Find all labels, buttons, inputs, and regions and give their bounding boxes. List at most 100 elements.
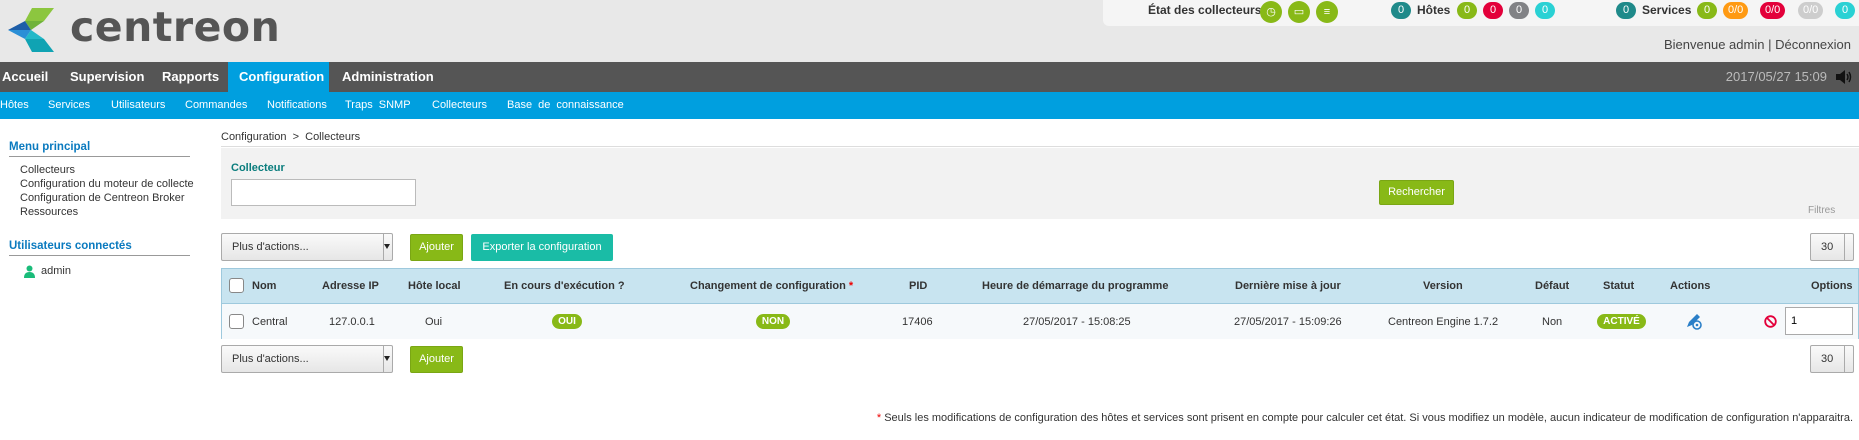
footnote: * Seuls les modifications de configurati… xyxy=(877,412,1853,424)
breadcrumb-parent[interactable]: Configuration xyxy=(221,131,286,143)
cell-last-update: 27/05/2017 - 15:09:26 xyxy=(1234,316,1342,328)
collectors-table: Nom Adresse IP Hôte local En cours d'exé… xyxy=(221,268,1859,339)
connected-user[interactable]: admin xyxy=(41,265,71,277)
col-running[interactable]: En cours d'exécution ? xyxy=(504,280,625,292)
export-config-button[interactable]: Exporter la configuration xyxy=(471,234,613,261)
edit-icon[interactable] xyxy=(1684,312,1702,330)
col-config-change-text: Changement de configuration xyxy=(690,280,846,292)
more-actions-value: Plus d'actions... xyxy=(232,353,309,365)
sidebar-item-collecteurs[interactable]: Collecteurs xyxy=(20,164,75,176)
table-header: Nom Adresse IP Hôte local En cours d'exé… xyxy=(222,269,1858,303)
page-size-select-top[interactable]: 30 xyxy=(1810,233,1854,261)
filter-panel xyxy=(221,148,1859,219)
welcome-area: Bienvenue admin | Déconnexion xyxy=(1664,37,1851,52)
current-datetime: 2017/05/27 15:09 xyxy=(1725,69,1827,84)
col-name[interactable]: Nom xyxy=(252,280,276,292)
services-critical-badge[interactable]: 0/0 xyxy=(1760,2,1786,19)
subnav-notifications[interactable]: Notifications xyxy=(267,92,327,119)
page-size-value: 30 xyxy=(1821,241,1834,253)
services-pending-badge[interactable]: 0 xyxy=(1835,2,1855,19)
col-status[interactable]: Statut xyxy=(1603,280,1634,292)
sidebar-item-broker-config[interactable]: Configuration de Centreon Broker xyxy=(20,192,184,204)
collectors-status-label: État des collecteurs xyxy=(1148,3,1262,17)
speaker-icon[interactable] xyxy=(1835,69,1853,85)
add-button-bottom[interactable]: Ajouter xyxy=(410,346,463,373)
col-version[interactable]: Version xyxy=(1423,280,1463,292)
select-divider xyxy=(1844,346,1845,372)
services-total-badge[interactable]: 0 xyxy=(1616,2,1636,19)
sidebar-divider xyxy=(9,255,190,256)
subnav-hotes[interactable]: Hôtes xyxy=(0,92,29,119)
select-all-checkbox[interactable] xyxy=(229,278,244,293)
config-change-badge: NON xyxy=(756,314,790,329)
chevron-down-icon xyxy=(384,356,390,361)
duplicate-count-input[interactable] xyxy=(1785,307,1853,335)
database-icon[interactable]: ≡ xyxy=(1316,1,1338,23)
main-navigation: Accueil Supervision Rapports Configurati… xyxy=(0,62,1859,92)
subnav-base-connaissance[interactable]: Base de connaissance xyxy=(507,92,624,119)
col-last-update[interactable]: Dernière mise à jour xyxy=(1235,280,1341,292)
clock-icon[interactable]: ◷ xyxy=(1260,1,1282,23)
header: centreon État des collecteurs ◷ ▭ ≡ 0 Hô… xyxy=(0,0,1859,62)
col-ip[interactable]: Adresse IP xyxy=(322,280,379,292)
hosts-pending-badge[interactable]: 0 xyxy=(1535,2,1555,19)
cell-name[interactable]: Central xyxy=(252,316,287,328)
nav-administration[interactable]: Administration xyxy=(341,62,435,92)
table-row[interactable]: Central 127.0.0.1 Oui OUI NON 17406 27/0… xyxy=(222,303,1858,339)
centreon-logo[interactable]: centreon xyxy=(8,3,281,54)
row-checkbox[interactable] xyxy=(229,314,244,329)
logo-text: centreon xyxy=(70,3,281,51)
breadcrumb-current[interactable]: Collecteurs xyxy=(305,131,360,143)
sidebar-divider xyxy=(9,156,190,157)
subnav-traps-snmp[interactable]: Traps SNMP xyxy=(345,92,411,119)
services-label[interactable]: Services xyxy=(1642,3,1691,17)
search-button[interactable]: Rechercher xyxy=(1379,180,1454,205)
more-actions-select-bottom[interactable]: Plus d'actions... xyxy=(221,345,393,373)
col-pid[interactable]: PID xyxy=(909,280,927,292)
sidebar-menu-title: Menu principal xyxy=(9,141,91,153)
services-warning-badge[interactable]: 0/0 xyxy=(1723,2,1749,19)
nav-rapports[interactable]: Rapports xyxy=(161,62,220,92)
page-size-value: 30 xyxy=(1821,353,1834,365)
welcome-text: Bienvenue admin xyxy=(1664,37,1765,52)
sidebar-item-ressources[interactable]: Ressources xyxy=(20,206,78,218)
hosts-label[interactable]: Hôtes xyxy=(1417,3,1450,17)
collector-search-input[interactable] xyxy=(231,179,416,206)
subnav-services[interactable]: Services xyxy=(48,92,90,119)
inbox-icon[interactable]: ▭ xyxy=(1288,1,1310,23)
breadcrumb: Configuration > Collecteurs xyxy=(221,131,360,143)
disable-icon[interactable] xyxy=(1764,315,1777,328)
logout-link[interactable]: Déconnexion xyxy=(1775,37,1851,52)
col-config-change[interactable]: Changement de configuration * xyxy=(690,280,853,292)
services-ok-badge[interactable]: 0 xyxy=(1697,2,1717,19)
subnav-utilisateurs[interactable]: Utilisateurs xyxy=(111,92,165,119)
hosts-total-badge[interactable]: 0 xyxy=(1391,2,1411,19)
hosts-down-badge[interactable]: 0 xyxy=(1483,2,1503,19)
col-start-time[interactable]: Heure de démarrage du programme xyxy=(982,280,1168,292)
subnav-commandes[interactable]: Commandes xyxy=(185,92,247,119)
breadcrumb-divider xyxy=(221,146,1859,147)
nav-configuration[interactable]: Configuration xyxy=(228,62,329,92)
add-button-top[interactable]: Ajouter xyxy=(410,234,463,261)
more-actions-value: Plus d'actions... xyxy=(232,241,309,253)
more-actions-select-top[interactable]: Plus d'actions... xyxy=(221,233,393,261)
nav-supervision[interactable]: Supervision xyxy=(69,62,145,92)
sidebar-item-engine-config[interactable]: Configuration du moteur de collecte xyxy=(20,178,194,190)
status-badge: ACTIVÉ xyxy=(1597,314,1646,329)
hosts-up-badge[interactable]: 0 xyxy=(1457,2,1477,19)
nav-accueil[interactable]: Accueil xyxy=(1,62,49,92)
col-default[interactable]: Défaut xyxy=(1535,280,1569,292)
cell-version: Centreon Engine 1.7.2 xyxy=(1388,316,1499,328)
page-size-select-bottom[interactable]: 30 xyxy=(1810,345,1854,373)
col-localhost[interactable]: Hôte local xyxy=(408,280,461,292)
services-unknown-badge[interactable]: 0/0 xyxy=(1798,2,1824,19)
filters-label[interactable]: Filtres xyxy=(1808,205,1835,216)
col-options: Options xyxy=(1811,280,1853,292)
footnote-text: Seuls les modifications de configuration… xyxy=(884,412,1853,424)
hosts-unreachable-badge[interactable]: 0 xyxy=(1509,2,1529,19)
running-badge: OUI xyxy=(552,314,582,329)
chevron-down-icon xyxy=(384,244,390,249)
col-actions: Actions xyxy=(1670,280,1711,292)
status-bar: État des collecteurs ◷ ▭ ≡ 0 Hôtes 0 0 0… xyxy=(1103,0,1859,26)
subnav-collecteurs[interactable]: Collecteurs xyxy=(432,92,487,119)
